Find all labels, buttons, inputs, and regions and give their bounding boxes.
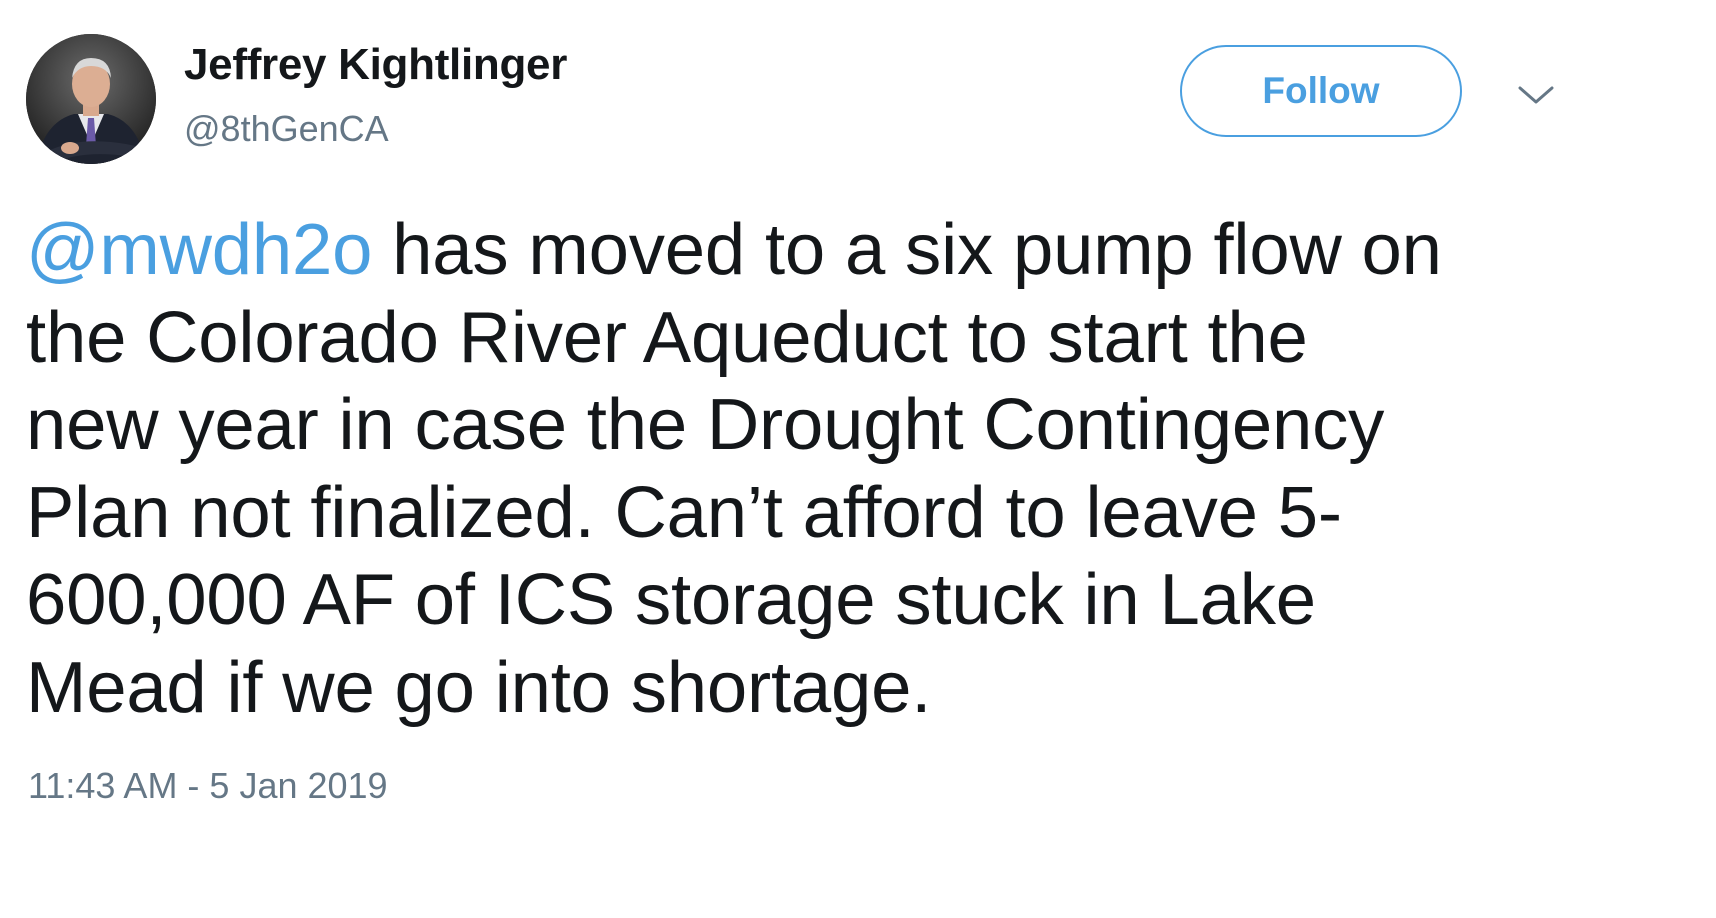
mention-link[interactable]: @mwdh2o	[26, 209, 372, 290]
follow-button[interactable]: Follow	[1180, 45, 1462, 137]
tweet-body: @mwdh2o has moved to a six pump flow on …	[26, 206, 1566, 731]
tweet-timestamp[interactable]: 11:43 AM - 5 Jan 2019	[28, 765, 388, 807]
chevron-down-icon[interactable]	[1516, 80, 1556, 110]
tweet-card: Jeffrey Kightlinger @8thGenCA Follow @mw…	[0, 0, 1716, 918]
user-handle[interactable]: @8thGenCA	[184, 108, 389, 150]
user-display-name[interactable]: Jeffrey Kightlinger	[184, 40, 567, 90]
avatar-photo-icon	[26, 34, 156, 164]
user-avatar[interactable]	[26, 34, 156, 164]
